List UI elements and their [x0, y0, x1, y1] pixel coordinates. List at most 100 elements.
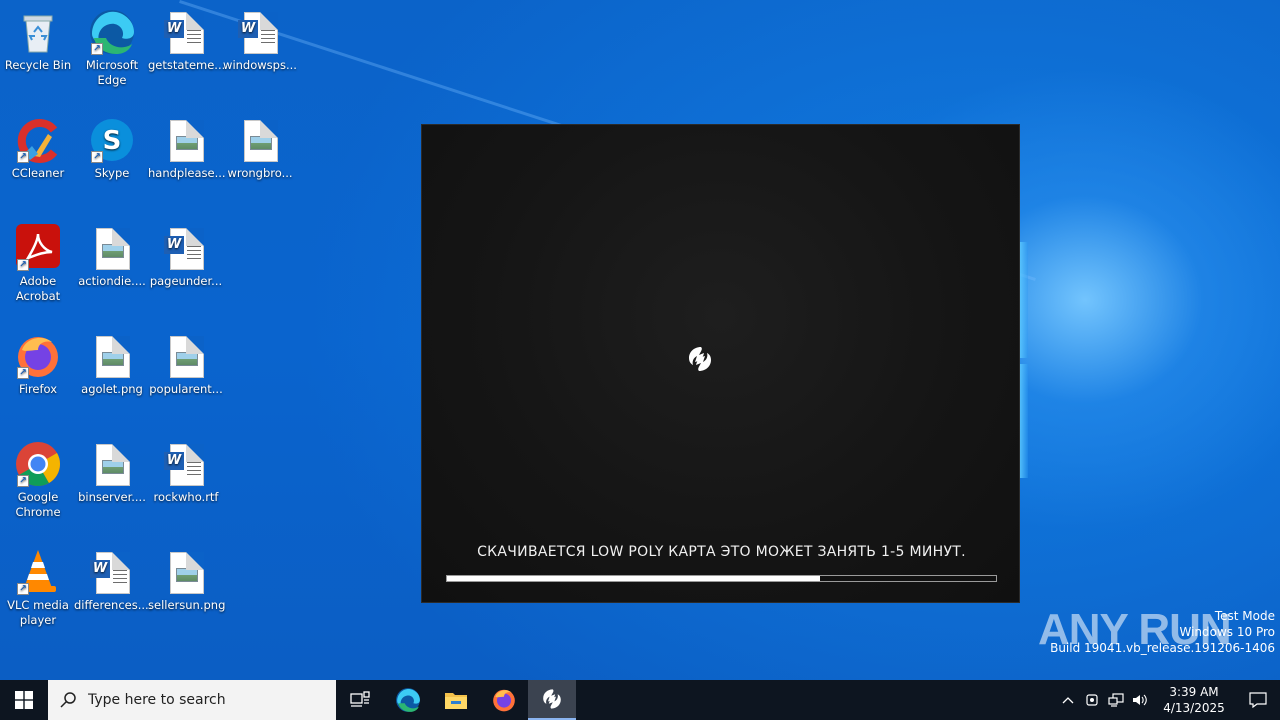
- word-doc-icon: W: [162, 440, 210, 488]
- wallpaper-pane: [1020, 364, 1028, 478]
- desktop-icon-file[interactable]: W rockwho.rtf: [148, 440, 224, 505]
- skype-icon: S ↗: [88, 116, 136, 164]
- taskbar-edge[interactable]: [384, 680, 432, 720]
- desktop-icon-label: CCleaner: [11, 166, 65, 180]
- desktop-icon-skype[interactable]: S ↗ Skype: [74, 116, 150, 181]
- desktop-icon-label: Adobe Acrobat: [15, 274, 61, 303]
- wallpaper-pane: [1020, 242, 1028, 358]
- volume-button[interactable]: [1128, 680, 1152, 720]
- desktop: Recycle Bin ↗ CCleaner ↗ Adobe Acrobat ↗…: [0, 0, 1280, 680]
- clock-date: 4/13/2025: [1163, 701, 1225, 715]
- word-doc-icon: W: [88, 548, 136, 596]
- image-file-icon: [88, 224, 136, 272]
- word-doc-icon: W: [162, 224, 210, 272]
- notification-icon: [1249, 692, 1267, 708]
- desktop-icon-label: Google Chrome: [15, 490, 61, 519]
- progress-fill: [447, 576, 821, 581]
- acrobat-icon: ↗: [14, 224, 62, 272]
- desktop-icon-file[interactable]: agolet.png: [74, 332, 150, 397]
- desktop-icon-ccleaner[interactable]: ↗ CCleaner: [0, 116, 76, 181]
- taskbar-firefox[interactable]: [480, 680, 528, 720]
- file-explorer-icon: [445, 693, 467, 709]
- desktop-icon-label: Skype: [94, 166, 130, 180]
- image-file-icon: [162, 332, 210, 380]
- firefox-icon: ↗: [14, 332, 62, 380]
- desktop-icon-label: windowsps...: [223, 58, 297, 72]
- edge-icon: ↗: [88, 8, 136, 56]
- watermark-line: Build 19041.vb_release.191206-1406: [1050, 641, 1275, 655]
- taskbar-clock[interactable]: 3:39 AM 4/13/2025: [1158, 684, 1230, 716]
- tray-app-button[interactable]: [1080, 680, 1104, 720]
- loading-window: СКАЧИВАЕТСЯ LOW POLY КАРТА ЭТО МОЖЕТ ЗАН…: [421, 124, 1020, 603]
- clock-time: 3:39 AM: [1169, 685, 1219, 699]
- desktop-icon-label: handplease...: [148, 166, 226, 180]
- shortcut-arrow-icon: ↗: [17, 151, 29, 163]
- taskbar: 3:39 AM 4/13/2025: [0, 680, 1280, 720]
- desktop-icon-file[interactable]: W pageunder...: [148, 224, 224, 289]
- desktop-icon-label: Firefox: [18, 382, 58, 396]
- desktop-icon-file[interactable]: handplease...: [148, 116, 226, 181]
- chrome-icon: ↗: [14, 440, 62, 488]
- watermark-line: Windows 10 Pro: [1179, 625, 1275, 639]
- desktop-icon-label: rockwho.rtf: [153, 490, 219, 504]
- windows-watermark: Test Mode Windows 10 Pro Build 19041.vb_…: [1050, 608, 1275, 656]
- image-file-icon: [162, 116, 210, 164]
- desktop-icon-recycle-bin[interactable]: Recycle Bin: [0, 8, 76, 73]
- shortcut-arrow-icon: ↗: [91, 151, 103, 163]
- word-doc-icon: W: [236, 8, 284, 56]
- chevron-up-icon: [1062, 697, 1074, 704]
- shortcut-arrow-icon: ↗: [17, 259, 29, 271]
- image-file-icon: [88, 440, 136, 488]
- image-file-icon: [88, 332, 136, 380]
- task-view-icon: [350, 691, 370, 707]
- vlc-icon: ↗: [14, 548, 62, 596]
- desktop-icon-label: pageunder...: [149, 274, 223, 288]
- desktop-icon-adobe-acrobat[interactable]: ↗ Adobe Acrobat: [0, 224, 76, 304]
- network-button[interactable]: [1104, 680, 1128, 720]
- app-logo-icon: [543, 689, 561, 709]
- desktop-icon-file[interactable]: binserver....: [74, 440, 150, 505]
- svg-text:S: S: [103, 126, 122, 156]
- shortcut-arrow-icon: ↗: [17, 475, 29, 487]
- windows-logo-icon: [15, 691, 33, 709]
- desktop-icon-label: Recycle Bin: [4, 58, 72, 72]
- taskbar-search[interactable]: [48, 680, 336, 720]
- desktop-icon-file[interactable]: popularent...: [148, 332, 224, 397]
- desktop-icon-file[interactable]: wrongbro...: [222, 116, 298, 181]
- desktop-icon-label: agolet.png: [81, 382, 143, 396]
- network-icon: [1108, 693, 1124, 707]
- system-tray: 3:39 AM 4/13/2025: [1056, 680, 1280, 720]
- task-view-button[interactable]: [336, 680, 384, 720]
- desktop-icon-label: wrongbro...: [227, 166, 293, 180]
- taskbar-file-explorer[interactable]: [432, 680, 480, 720]
- desktop-icon-label: actiondie....: [78, 274, 146, 288]
- desktop-icon-label: popularent...: [149, 382, 223, 396]
- edge-icon: [396, 688, 420, 712]
- desktop-icon-label: sellersun.png: [148, 598, 226, 612]
- desktop-icon-file[interactable]: W differences....: [74, 548, 152, 613]
- search-input[interactable]: [88, 692, 308, 708]
- shortcut-arrow-icon: ↗: [91, 43, 103, 55]
- desktop-icon-label: VLC media player: [7, 598, 69, 627]
- show-hidden-icons-button[interactable]: [1056, 680, 1080, 720]
- desktop-icon-microsoft-edge[interactable]: ↗ Microsoft Edge: [74, 8, 150, 88]
- desktop-icon-file[interactable]: actiondie....: [74, 224, 150, 289]
- start-button[interactable]: [0, 680, 48, 720]
- loading-message: СКАЧИВАЕТСЯ LOW POLY КАРТА ЭТО МОЖЕТ ЗАН…: [477, 544, 966, 560]
- desktop-icon-file[interactable]: W getstateme...: [148, 8, 226, 73]
- desktop-icon-label: getstateme...: [148, 58, 226, 72]
- tray-app-icon: [1086, 694, 1098, 706]
- desktop-icon-firefox[interactable]: ↗ Firefox: [0, 332, 76, 397]
- image-file-icon: [162, 548, 210, 596]
- desktop-icon-file[interactable]: sellersun.png: [148, 548, 226, 613]
- recycle-bin-icon: [14, 8, 62, 56]
- desktop-icon-label: Microsoft Edge: [85, 58, 139, 87]
- action-center-button[interactable]: [1236, 680, 1280, 720]
- desktop-icon-label: binserver....: [78, 490, 146, 504]
- desktop-icon-vlc[interactable]: ↗ VLC media player: [0, 548, 76, 628]
- app-logo-icon: [689, 347, 711, 371]
- desktop-icon-file[interactable]: W windowsps...: [222, 8, 298, 73]
- taskbar-active-app[interactable]: [528, 680, 576, 720]
- desktop-icon-google-chrome[interactable]: ↗ Google Chrome: [0, 440, 76, 520]
- ccleaner-icon: ↗: [14, 116, 62, 164]
